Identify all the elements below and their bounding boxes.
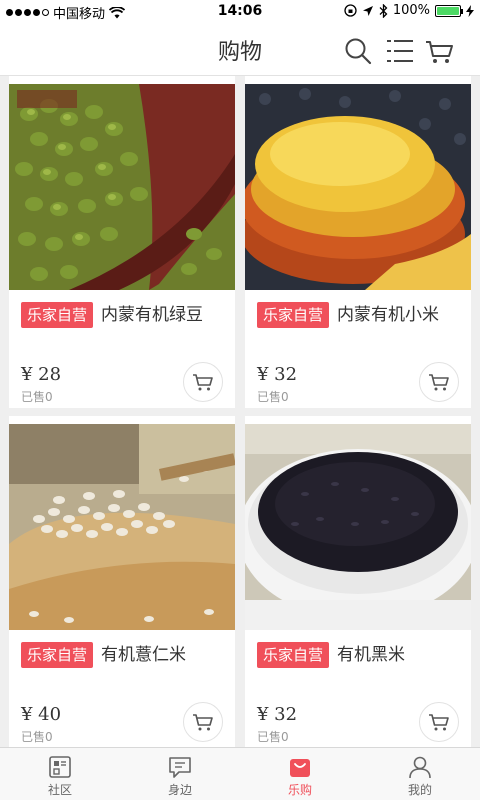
product-name[interactable]: 有机黑米 bbox=[337, 642, 405, 668]
community-icon bbox=[49, 756, 71, 778]
product-card[interactable]: 乐家自营 有机黑米 ¥ 32 已售0 bbox=[245, 416, 471, 747]
product-price: ¥ 32 bbox=[257, 364, 298, 385]
cart-icon bbox=[429, 374, 449, 391]
product-image-mung-beans[interactable] bbox=[9, 84, 235, 290]
add-to-cart-button[interactable] bbox=[183, 702, 223, 742]
tab-label: 身边 bbox=[167, 783, 192, 797]
self-operated-badge: 乐家自营 bbox=[257, 302, 330, 328]
charging-icon bbox=[466, 4, 474, 17]
product-grid: 乐家自营 内蒙有机绿豆 ¥ 28 已售0 乐家自营 内蒙有机小米 ¥ 32 已售… bbox=[0, 76, 480, 747]
add-to-cart-button[interactable] bbox=[419, 362, 459, 402]
cart-icon bbox=[193, 374, 213, 391]
tab-community[interactable]: 社区 bbox=[0, 748, 120, 800]
add-to-cart-button[interactable] bbox=[183, 362, 223, 402]
product-image-millet[interactable] bbox=[245, 84, 471, 290]
bluetooth-icon bbox=[379, 3, 388, 18]
self-operated-badge: 乐家自营 bbox=[21, 642, 94, 668]
shopping-cart-icon[interactable] bbox=[424, 36, 454, 66]
tab-label: 我的 bbox=[407, 783, 432, 797]
tab-shopping[interactable]: 乐购 bbox=[240, 748, 360, 800]
navigation-header: 购物 bbox=[0, 24, 480, 76]
cart-icon bbox=[193, 714, 213, 731]
product-card[interactable]: 乐家自营 有机薏仁米 ¥ 40 已售0 bbox=[9, 416, 235, 747]
user-icon bbox=[409, 756, 431, 779]
list-menu-icon[interactable] bbox=[385, 36, 415, 66]
self-operated-badge: 乐家自营 bbox=[257, 642, 330, 668]
product-name[interactable]: 有机薏仁米 bbox=[101, 642, 186, 668]
add-to-cart-button[interactable] bbox=[419, 702, 459, 742]
rotation-lock-icon bbox=[344, 4, 357, 17]
self-operated-badge: 乐家自营 bbox=[21, 302, 94, 328]
search-icon[interactable] bbox=[343, 36, 373, 66]
location-icon bbox=[362, 5, 373, 16]
product-name[interactable]: 内蒙有机绿豆 bbox=[101, 302, 203, 328]
tab-label: 社区 bbox=[47, 783, 72, 797]
shopping-bag-icon bbox=[290, 759, 310, 777]
product-price: ¥ 32 bbox=[257, 704, 298, 725]
tab-nearby[interactable]: 身边 bbox=[120, 748, 240, 800]
product-image-coix-seed[interactable] bbox=[9, 424, 235, 630]
sold-count: 已售0 bbox=[21, 390, 53, 404]
product-card[interactable]: 乐家自营 内蒙有机绿豆 ¥ 28 已售0 bbox=[9, 76, 235, 408]
battery-icon bbox=[435, 4, 463, 17]
status-bar: 中国移动 14:06 100% bbox=[0, 0, 480, 24]
sold-count: 已售0 bbox=[257, 390, 289, 404]
product-price: ¥ 40 bbox=[21, 704, 62, 725]
chat-icon bbox=[169, 757, 191, 778]
status-right: 100% bbox=[344, 3, 474, 18]
tab-label: 乐购 bbox=[287, 783, 312, 797]
product-card[interactable]: 乐家自营 内蒙有机小米 ¥ 32 已售0 bbox=[245, 76, 471, 408]
battery-percent: 100% bbox=[392, 3, 430, 18]
bottom-tab-bar: 社区 身边 乐购 我的 bbox=[0, 747, 480, 800]
product-name[interactable]: 内蒙有机小米 bbox=[337, 302, 439, 328]
tab-mine[interactable]: 我的 bbox=[360, 748, 480, 800]
sold-count: 已售0 bbox=[257, 730, 289, 744]
product-price: ¥ 28 bbox=[21, 364, 62, 385]
cart-icon bbox=[429, 714, 449, 731]
product-image-black-rice[interactable] bbox=[245, 424, 471, 630]
sold-count: 已售0 bbox=[21, 730, 53, 744]
